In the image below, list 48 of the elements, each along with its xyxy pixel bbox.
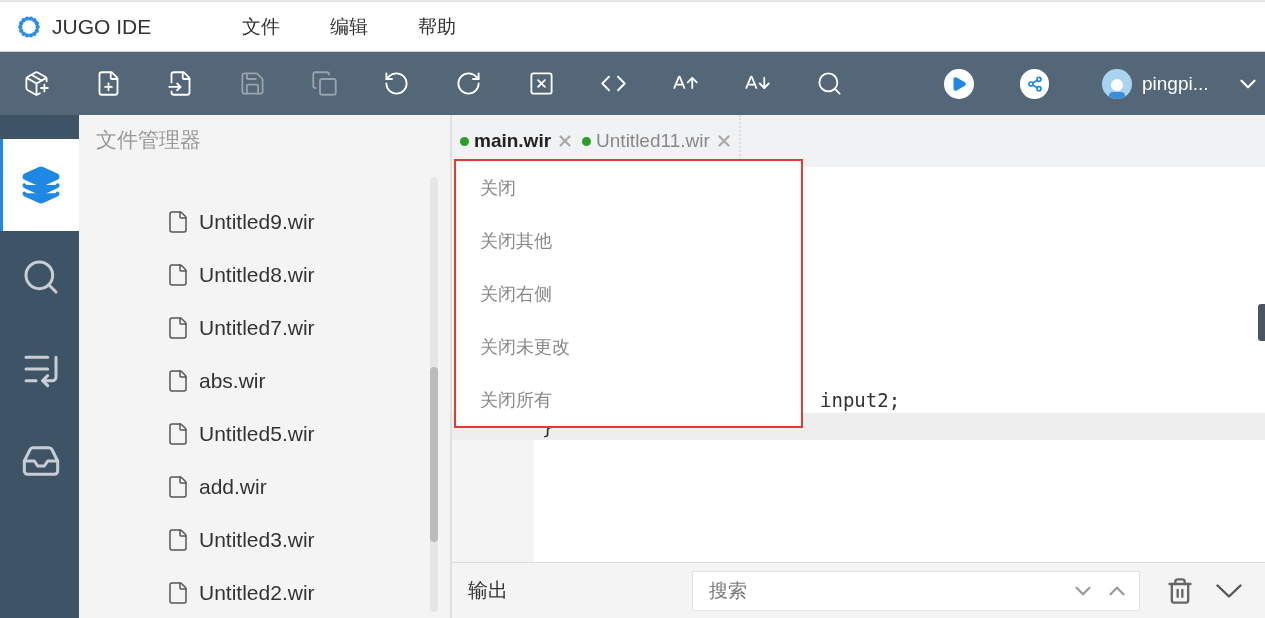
undo-icon bbox=[383, 70, 411, 97]
close-icon bbox=[527, 70, 555, 97]
share-button[interactable] bbox=[1019, 68, 1050, 99]
file-icon bbox=[166, 262, 190, 287]
explorer-title: 文件管理器 bbox=[95, 127, 202, 153]
user-name[interactable]: pingpi... bbox=[1142, 72, 1231, 95]
play-button[interactable] bbox=[944, 68, 974, 99]
file-name[interactable]: Untitled9.wir bbox=[199, 209, 315, 234]
menu-item[interactable]: 文件 bbox=[242, 13, 280, 40]
menu-item[interactable]: 帮助 bbox=[418, 13, 456, 40]
file-icon bbox=[166, 421, 190, 446]
scrollbar-thumb[interactable] bbox=[430, 367, 438, 542]
new-project-icon bbox=[22, 70, 50, 97]
file-name[interactable]: Untitled8.wir bbox=[199, 262, 315, 287]
chevron-down-icon bbox=[1216, 583, 1242, 598]
activity-tab[interactable] bbox=[0, 139, 79, 231]
redo-icon bbox=[455, 70, 483, 97]
file-icon bbox=[166, 527, 190, 552]
layers-icon bbox=[21, 165, 61, 205]
tab-label: main.wir bbox=[474, 130, 552, 152]
search-field[interactable]: 搜索 bbox=[692, 570, 1140, 611]
save-all-icon bbox=[311, 70, 339, 97]
tab-label: Untitled11.wir bbox=[596, 130, 710, 152]
code-line: input2; bbox=[820, 388, 901, 411]
trash-icon bbox=[1166, 576, 1194, 605]
file-name[interactable]: Untitled2.wir bbox=[199, 580, 315, 605]
context-menu-item[interactable]: 关闭右侧 bbox=[456, 267, 801, 321]
file-name[interactable]: Untitled3.wir bbox=[199, 527, 315, 552]
save-icon bbox=[239, 70, 266, 97]
file-icon bbox=[166, 315, 190, 340]
file-name[interactable]: add.wir bbox=[199, 474, 267, 499]
context-menu-item[interactable]: 关闭其他 bbox=[456, 214, 801, 268]
file-icon bbox=[166, 209, 190, 234]
app-title: JUGO IDE bbox=[52, 14, 153, 39]
file-icon bbox=[166, 474, 190, 499]
file-icon bbox=[166, 368, 190, 393]
search-icon bbox=[816, 70, 844, 97]
file-name[interactable]: Untitled7.wir bbox=[199, 315, 315, 340]
context-menu-item[interactable]: 关闭所有 bbox=[456, 373, 801, 426]
file-icon bbox=[166, 580, 190, 605]
share-icon bbox=[1026, 75, 1043, 92]
minimap-handle[interactable] bbox=[1258, 304, 1265, 341]
context-menu-item[interactable]: 关闭未更改 bbox=[456, 320, 801, 374]
file-name[interactable]: Untitled5.wir bbox=[199, 421, 315, 446]
user-avatar[interactable] bbox=[1102, 68, 1132, 99]
menu-item[interactable]: 编辑 bbox=[330, 13, 368, 40]
file-name[interactable]: abs.wir bbox=[199, 368, 266, 393]
output-title: 输出 bbox=[468, 578, 509, 603]
